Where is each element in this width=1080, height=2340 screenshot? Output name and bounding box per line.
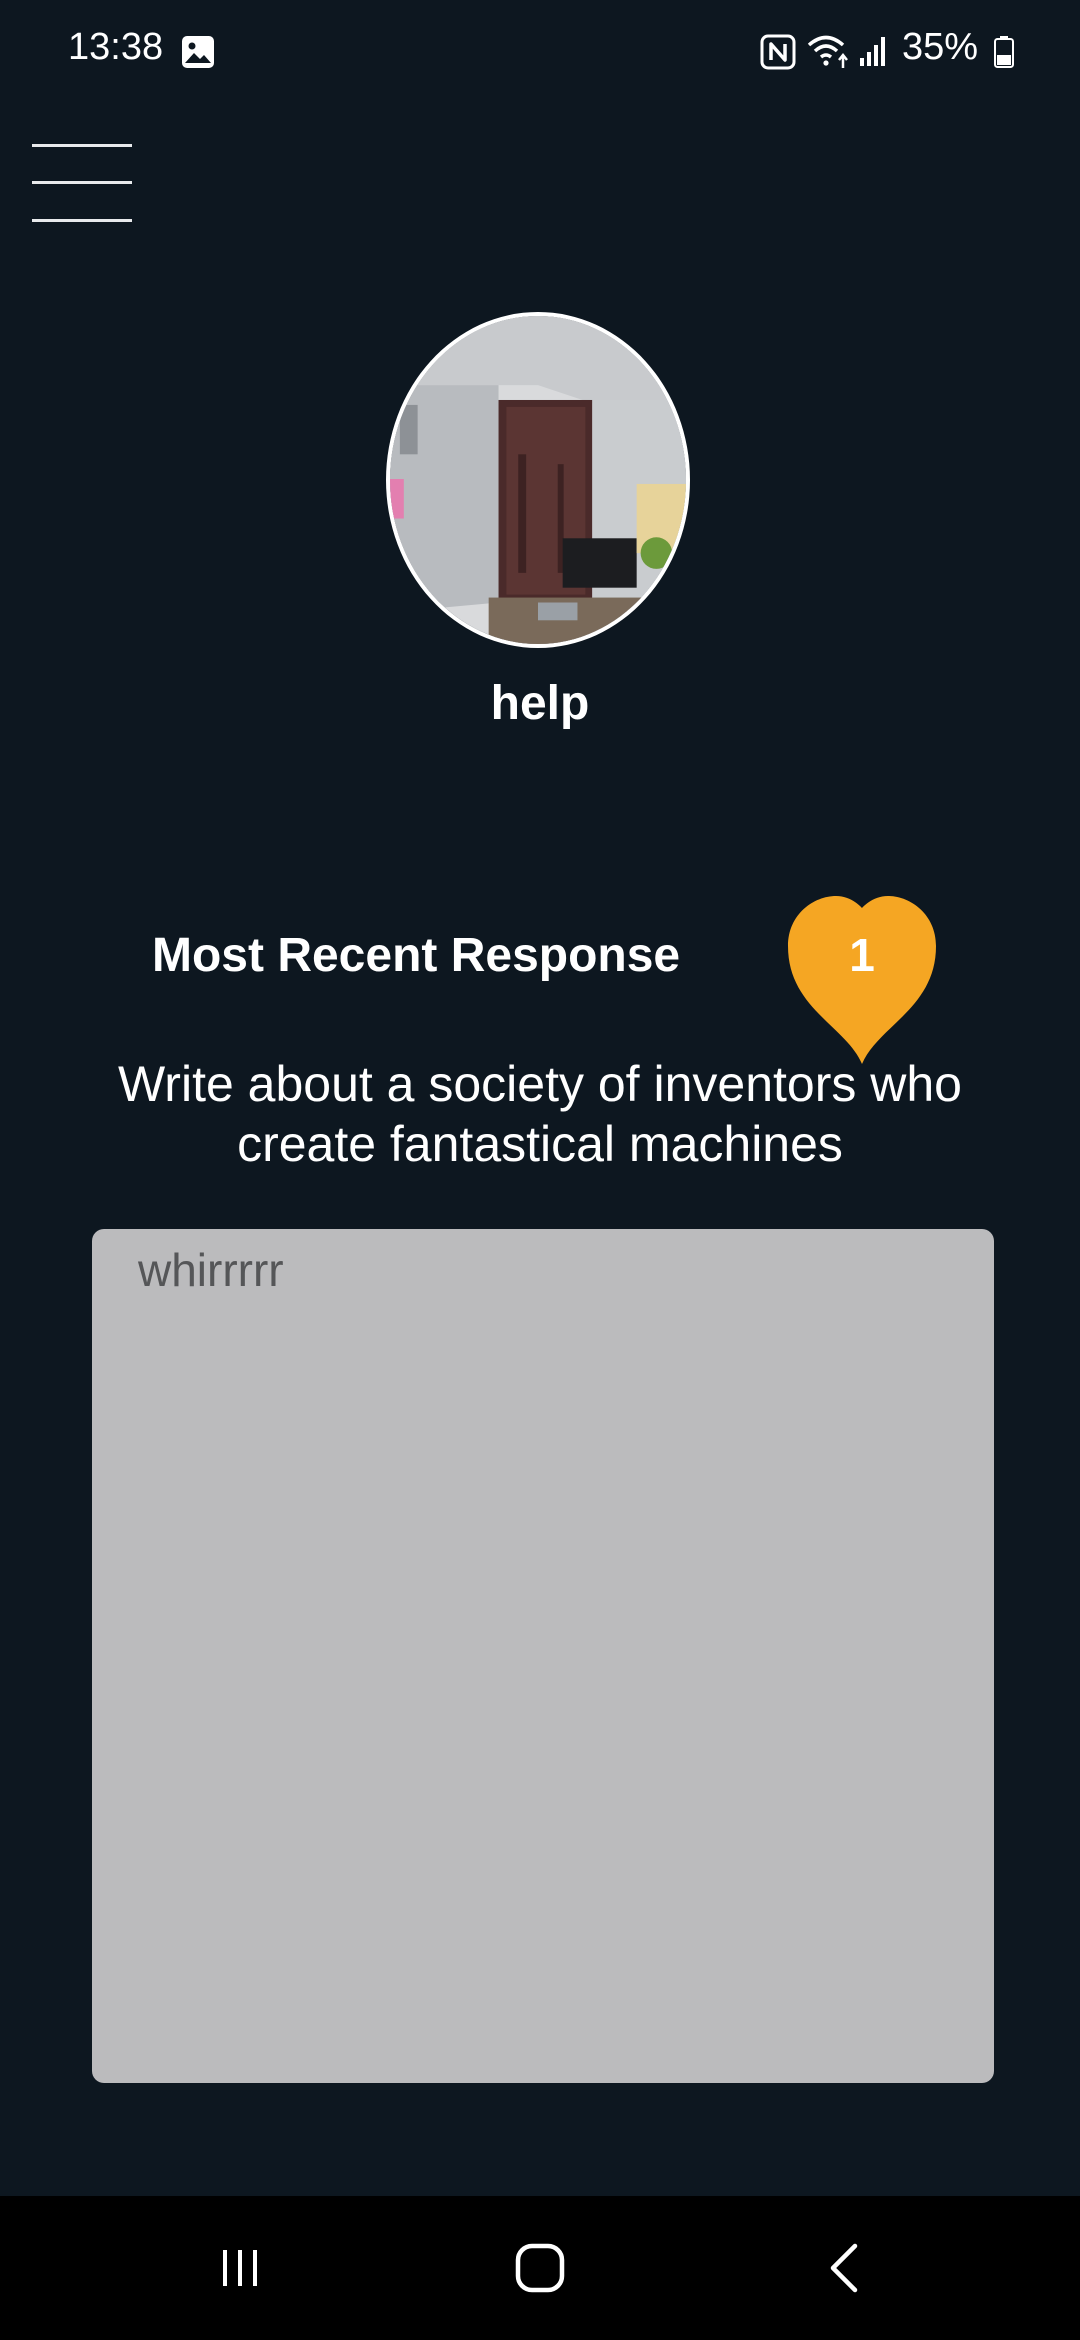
status-time: 13:38 — [68, 26, 164, 68]
back-icon — [830, 2243, 858, 2293]
nav-bar — [0, 2196, 1080, 2340]
gallery-icon — [182, 36, 214, 68]
profile-photo — [390, 316, 686, 644]
like-count: 1 — [849, 929, 875, 981]
battery-icon — [994, 36, 1014, 68]
battery-percent: 35% — [902, 26, 979, 68]
back-button[interactable] — [745, 2196, 945, 2340]
recent-apps-button[interactable] — [140, 2196, 340, 2340]
recent-apps-icon — [223, 2250, 257, 2286]
avatar[interactable] — [386, 312, 690, 648]
status-bar: 13:38 35% — [0, 0, 1080, 100]
app-screen: 13:38 35% help Most Recent Response 1 Wr… — [0, 0, 1080, 2340]
menu-line — [32, 219, 132, 222]
section-heading: Most Recent Response — [152, 929, 681, 982]
signal-icon — [860, 37, 885, 66]
nfc-icon — [760, 34, 796, 70]
wifi-icon — [807, 35, 848, 68]
hamburger-menu-icon[interactable] — [30, 140, 134, 230]
prompt-text: Write about a society of inventors who c… — [118, 1056, 962, 1172]
response-box[interactable]: whirrrrr — [92, 1229, 994, 2083]
home-button[interactable] — [440, 2196, 640, 2340]
menu-line — [32, 181, 132, 184]
response-text: whirrrrr — [138, 1244, 284, 1296]
profile-name: help — [490, 677, 590, 730]
home-icon — [515, 2243, 565, 2293]
menu-line — [32, 144, 132, 147]
